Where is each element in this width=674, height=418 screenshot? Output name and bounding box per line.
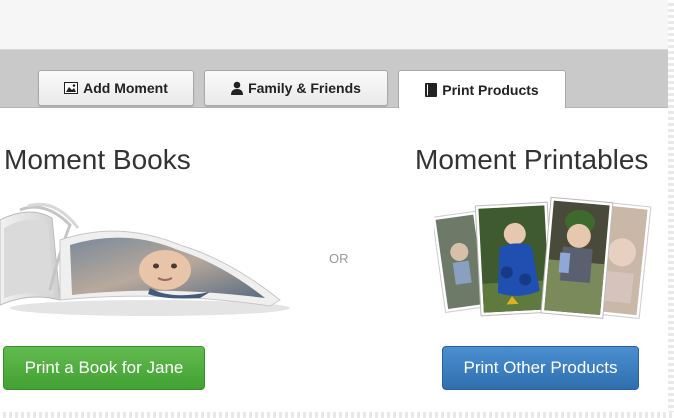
- tab-print-products[interactable]: Print Products: [398, 70, 566, 109]
- photo-prints-image: [431, 192, 654, 322]
- tab-add-moment-label: Add Moment: [83, 80, 168, 96]
- tab-add-moment[interactable]: Add Moment: [38, 70, 194, 106]
- moment-books-heading: Moment Books: [4, 144, 191, 175]
- tab-print-products-label: Print Products: [442, 82, 539, 98]
- photo-book-image: [0, 200, 290, 320]
- tab-strip: Add Moment Family & Friends Print Produc…: [0, 50, 674, 109]
- person-icon: [231, 81, 244, 95]
- top-bar: [0, 0, 674, 50]
- print-book-button[interactable]: Print a Book for Jane: [3, 346, 205, 390]
- moment-printables-heading: Moment Printables: [415, 144, 649, 175]
- tab-family-friends[interactable]: Family & Friends: [204, 70, 388, 106]
- print-products-panel: Moment Books Moment Printables OR Print …: [0, 108, 674, 412]
- print-other-products-button[interactable]: Print Other Products: [442, 346, 639, 390]
- book-icon: [425, 83, 438, 97]
- torn-edge-right: [668, 0, 674, 418]
- image-icon: [64, 82, 79, 94]
- torn-edge-bottom: [0, 412, 674, 418]
- or-separator: OR: [329, 251, 349, 266]
- tab-family-friends-label: Family & Friends: [248, 80, 361, 96]
